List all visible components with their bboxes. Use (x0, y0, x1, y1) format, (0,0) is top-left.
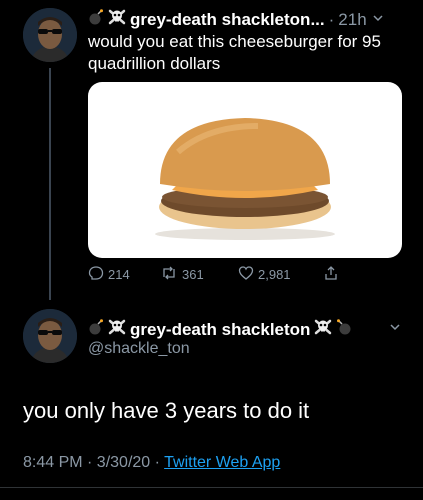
tweet-source-link[interactable]: Twitter Web App (164, 454, 280, 471)
skull-crossbones-icon (314, 318, 332, 341)
like-count: 2,981 (258, 267, 291, 282)
tweet-timestamp[interactable]: 8:44 PM · 3/30/20 · (23, 454, 160, 471)
tweet-actions: 214 361 2,981 (88, 265, 368, 289)
display-name[interactable]: grey-death shackleton (130, 320, 310, 340)
separator-dot: · (328, 9, 335, 29)
like-button[interactable]: 2,981 (238, 265, 291, 284)
tweet-time[interactable]: 21h (338, 10, 366, 30)
skull-crossbones-icon (108, 318, 126, 341)
like-icon (238, 265, 254, 284)
bomb-icon (88, 319, 104, 340)
cheeseburger-image (155, 118, 335, 240)
tweet-text: would you eat this cheeseburger for 95 q… (88, 32, 381, 73)
thread-line (49, 68, 51, 300)
reply-button[interactable]: 214 (88, 265, 130, 284)
avatar[interactable] (23, 8, 77, 62)
tweet1-header: grey-death shackleton... · 21h (88, 8, 385, 31)
skull-crossbones-icon (108, 8, 126, 31)
bomb-icon (336, 319, 352, 340)
tweet2-header: grey-death shackleton (88, 318, 352, 341)
reply-icon (88, 265, 104, 284)
retweet-icon (160, 265, 178, 284)
divider (0, 487, 423, 488)
retweet-count: 361 (182, 267, 204, 282)
chevron-down-icon[interactable] (388, 320, 402, 339)
tweet-text: you only have 3 years to do it (23, 398, 310, 423)
user-handle[interactable]: @shackle_ton (88, 340, 190, 358)
bomb-icon (88, 9, 104, 30)
display-name[interactable]: grey-death shackleton... (130, 10, 325, 30)
chevron-down-icon[interactable] (371, 10, 385, 30)
tweet-meta: 8:44 PM · 3/30/20 · Twitter Web App (23, 454, 280, 472)
avatar[interactable] (23, 309, 77, 363)
reply-count: 214 (108, 267, 130, 282)
tweet-image[interactable] (88, 82, 402, 258)
share-icon (323, 265, 339, 284)
retweet-button[interactable]: 361 (160, 265, 204, 284)
share-button[interactable] (323, 265, 339, 284)
